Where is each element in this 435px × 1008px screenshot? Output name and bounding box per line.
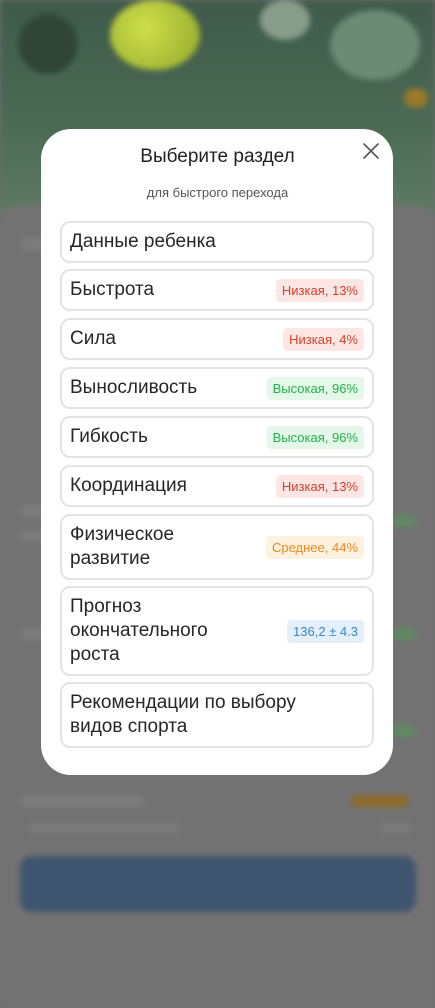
background-line	[380, 823, 410, 833]
section-item[interactable]: Гибкость Высокая, 96%	[60, 416, 374, 458]
modal-subtitle: для быстрого перехода	[146, 185, 289, 200]
section-label: Гибкость	[70, 426, 148, 447]
background-value	[352, 795, 408, 807]
section-item[interactable]: Координация Низкая, 13%	[60, 465, 374, 507]
level-badge: 136,2 ± 4.3	[287, 619, 364, 643]
section-label: Физическое развитие	[70, 524, 175, 569]
close-icon	[363, 143, 379, 159]
close-button[interactable]	[359, 139, 383, 163]
level-badge: Высокая, 96%	[266, 425, 364, 449]
background-line	[392, 725, 416, 737]
level-badge: Высокая, 96%	[266, 376, 364, 400]
section-item[interactable]: Выносливость Высокая, 96%	[60, 367, 374, 409]
background-line	[392, 628, 416, 640]
section-label: Координация	[70, 475, 187, 496]
section-label: Прогноз окончательного роста	[70, 596, 208, 665]
section-item[interactable]: Быстрота Низкая, 13%	[60, 269, 374, 311]
background-line	[392, 515, 416, 527]
level-badge: Низкая, 13%	[275, 278, 364, 302]
section-item[interactable]: Рекомендации по выбору видов спорта	[60, 682, 374, 748]
section-item[interactable]: Данные ребенка	[60, 221, 374, 263]
section-item[interactable]: Физическое развитие Среднее, 44%	[60, 514, 374, 580]
section-item[interactable]: Сила Низкая, 4%	[60, 318, 374, 360]
background-line	[20, 795, 145, 807]
section-label: Выносливость	[70, 377, 198, 398]
section-label: Сила	[70, 328, 116, 349]
background-line	[30, 823, 180, 833]
section-label: Рекомендации по выбору видов спорта	[70, 692, 296, 737]
background-primary-button	[20, 856, 416, 912]
level-badge: Низкая, 13%	[275, 474, 364, 498]
level-badge: Среднее, 44%	[265, 535, 364, 559]
section-label: Данные ребенка	[70, 231, 216, 252]
section-item[interactable]: Прогноз окончательного роста 136,2 ± 4.3	[60, 586, 374, 676]
section-label: Быстрота	[70, 279, 155, 300]
level-badge: Низкая, 4%	[283, 327, 364, 351]
